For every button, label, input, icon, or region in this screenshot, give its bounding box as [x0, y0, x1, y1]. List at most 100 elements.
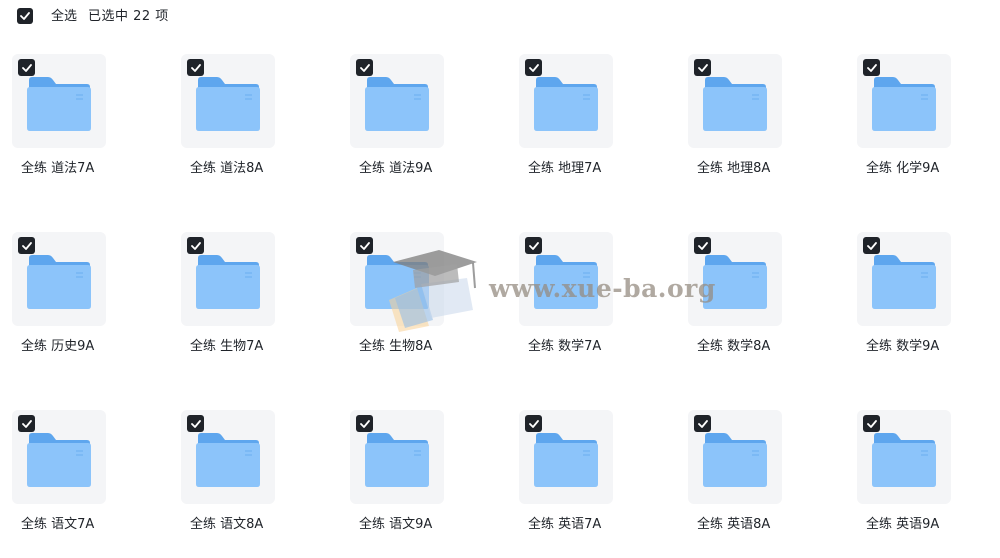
folder-checkbox[interactable]	[187, 415, 204, 432]
folder-name[interactable]: 全练 道法9A	[359, 160, 432, 178]
folder-thumbnail[interactable]	[350, 410, 444, 504]
folder-checkbox[interactable]	[187, 59, 204, 76]
checkmark-icon	[190, 241, 201, 250]
folder-name[interactable]: 全练 地理8A	[697, 160, 770, 178]
folder-thumbnail[interactable]	[688, 410, 782, 504]
folder-checkbox[interactable]	[863, 237, 880, 254]
folder-checkbox[interactable]	[863, 415, 880, 432]
folder-icon	[703, 255, 767, 309]
folder-icon	[27, 255, 91, 309]
folder-icon	[872, 77, 936, 131]
folder-checkbox[interactable]	[694, 415, 711, 432]
checkmark-icon	[866, 241, 877, 250]
folder-icon	[534, 77, 598, 131]
folder-thumbnail[interactable]	[12, 54, 106, 148]
folder-icon	[196, 255, 260, 309]
folder-icon	[872, 433, 936, 487]
folder-checkbox[interactable]	[356, 415, 373, 432]
folder-item[interactable]: 全练 语文9A	[338, 410, 468, 550]
folder-icon	[872, 255, 936, 309]
folder-icon	[534, 255, 598, 309]
checkmark-icon	[21, 419, 32, 428]
folder-name[interactable]: 全练 数学8A	[697, 338, 770, 356]
checkmark-icon	[528, 63, 539, 72]
folder-thumbnail[interactable]	[688, 232, 782, 326]
folder-thumbnail[interactable]	[519, 410, 613, 504]
folder-checkbox[interactable]	[356, 237, 373, 254]
folder-name[interactable]: 全练 道法7A	[21, 160, 94, 178]
folder-item[interactable]: 全练 语文7A	[0, 410, 130, 550]
folder-thumbnail[interactable]	[857, 232, 951, 326]
folder-item[interactable]: 全练 数学8A	[676, 232, 806, 372]
checkmark-icon	[190, 419, 201, 428]
folder-thumbnail[interactable]	[350, 232, 444, 326]
folder-thumbnail[interactable]	[181, 232, 275, 326]
folder-name[interactable]: 全练 语文7A	[21, 516, 94, 534]
folder-checkbox[interactable]	[863, 59, 880, 76]
folder-name[interactable]: 全练 历史9A	[21, 338, 94, 356]
folder-thumbnail[interactable]	[181, 54, 275, 148]
folder-checkbox[interactable]	[694, 59, 711, 76]
folder-name[interactable]: 全练 道法8A	[190, 160, 263, 178]
folder-item[interactable]: 全练 历史9A	[0, 232, 130, 372]
checkmark-icon	[697, 419, 708, 428]
folder-item[interactable]: 全练 道法9A	[338, 54, 468, 194]
checkmark-icon	[359, 241, 370, 250]
folder-item[interactable]: 全练 道法8A	[169, 54, 299, 194]
folder-name[interactable]: 全练 英语7A	[528, 516, 601, 534]
checkmark-icon	[697, 63, 708, 72]
folder-item[interactable]: 全练 英语9A	[845, 410, 975, 550]
folder-icon	[534, 433, 598, 487]
checkmark-icon	[359, 63, 370, 72]
folder-checkbox[interactable]	[18, 59, 35, 76]
folder-name[interactable]: 全练 生物7A	[190, 338, 263, 356]
checkmark-icon	[359, 419, 370, 428]
folder-icon	[703, 77, 767, 131]
checkmark-icon	[866, 419, 877, 428]
folder-checkbox[interactable]	[187, 237, 204, 254]
folder-name[interactable]: 全练 地理7A	[528, 160, 601, 178]
checkmark-icon	[21, 241, 32, 250]
folder-item[interactable]: 全练 数学9A	[845, 232, 975, 372]
folder-checkbox[interactable]	[18, 415, 35, 432]
folder-item[interactable]: 全练 道法7A	[0, 54, 130, 194]
folder-item[interactable]: 全练 地理8A	[676, 54, 806, 194]
folder-name[interactable]: 全练 生物8A	[359, 338, 432, 356]
folder-checkbox[interactable]	[694, 237, 711, 254]
folder-thumbnail[interactable]	[688, 54, 782, 148]
folder-name[interactable]: 全练 英语8A	[697, 516, 770, 534]
folder-item[interactable]: 全练 生物8A	[338, 232, 468, 372]
folder-thumbnail[interactable]	[857, 54, 951, 148]
folder-icon	[365, 77, 429, 131]
folder-checkbox[interactable]	[525, 237, 542, 254]
folder-checkbox[interactable]	[356, 59, 373, 76]
checkmark-icon	[866, 63, 877, 72]
folder-icon	[365, 255, 429, 309]
folder-item[interactable]: 全练 地理7A	[507, 54, 637, 194]
folder-name[interactable]: 全练 化学9A	[866, 160, 939, 178]
folder-thumbnail[interactable]	[519, 232, 613, 326]
checkmark-icon	[528, 419, 539, 428]
folder-thumbnail[interactable]	[12, 410, 106, 504]
folder-thumbnail[interactable]	[519, 54, 613, 148]
folder-name[interactable]: 全练 数学9A	[866, 338, 939, 356]
folder-name[interactable]: 全练 英语9A	[866, 516, 939, 534]
folder-icon	[703, 433, 767, 487]
folder-item[interactable]: 全练 语文8A	[169, 410, 299, 550]
folder-thumbnail[interactable]	[857, 410, 951, 504]
folder-checkbox[interactable]	[18, 237, 35, 254]
folder-item[interactable]: 全练 生物7A	[169, 232, 299, 372]
folder-item[interactable]: 全练 英语8A	[676, 410, 806, 550]
folder-thumbnail[interactable]	[350, 54, 444, 148]
folder-thumbnail[interactable]	[12, 232, 106, 326]
folder-name[interactable]: 全练 数学7A	[528, 338, 601, 356]
folder-item[interactable]: 全练 数学7A	[507, 232, 637, 372]
folder-checkbox[interactable]	[525, 59, 542, 76]
folder-item[interactable]: 全练 化学9A	[845, 54, 975, 194]
folder-item[interactable]: 全练 英语7A	[507, 410, 637, 550]
folder-name[interactable]: 全练 语文8A	[190, 516, 263, 534]
folder-checkbox[interactable]	[525, 415, 542, 432]
checkmark-icon	[21, 63, 32, 72]
folder-name[interactable]: 全练 语文9A	[359, 516, 432, 534]
folder-thumbnail[interactable]	[181, 410, 275, 504]
